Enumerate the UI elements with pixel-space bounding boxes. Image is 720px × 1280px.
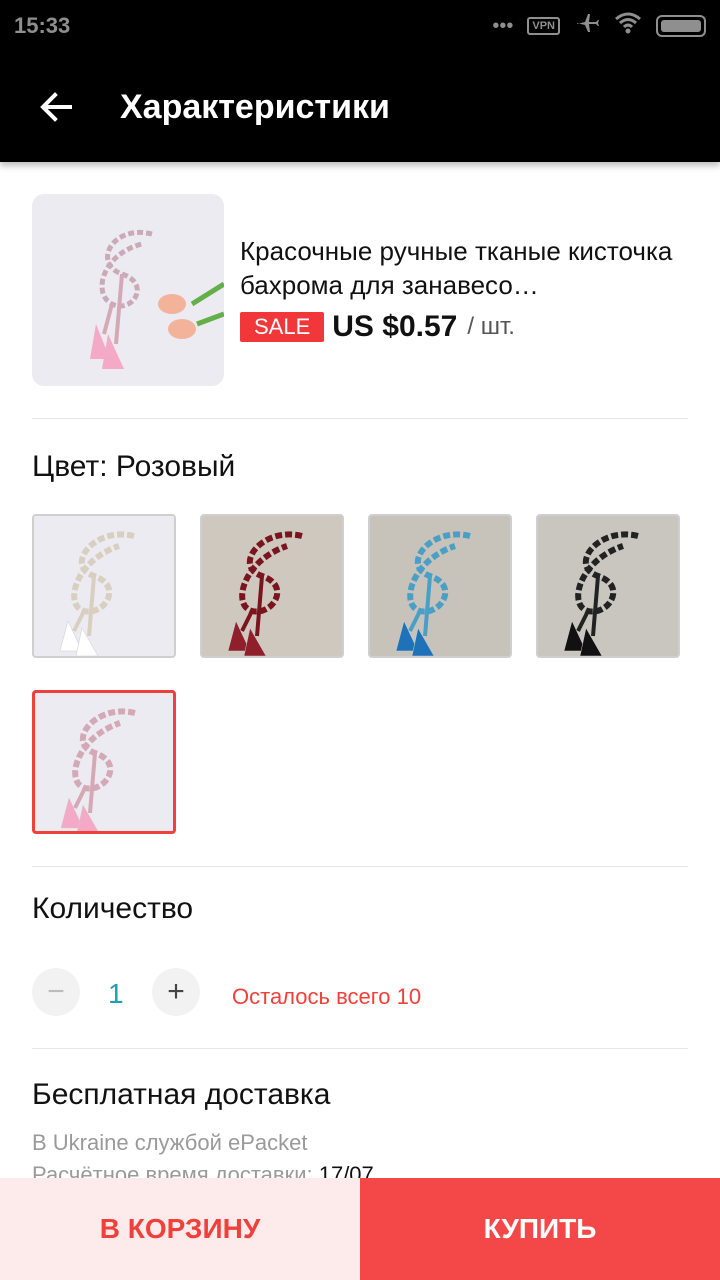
- wifi-icon: [614, 12, 642, 40]
- shipping-title: Бесплатная доставка: [32, 1078, 331, 1111]
- sale-badge: SALE: [240, 312, 325, 342]
- divider: [32, 418, 688, 419]
- status-time: 15:33: [14, 13, 71, 38]
- color-swatch-black[interactable]: [536, 514, 680, 658]
- color-label: Цвет: Розовый: [32, 450, 236, 483]
- color-swatch-blue[interactable]: [368, 514, 512, 658]
- swatch-image: [227, 531, 303, 656]
- product-image: [32, 194, 224, 386]
- swatch-image: [60, 708, 136, 831]
- stock-note: Осталось всего 10: [232, 984, 422, 1009]
- battery-icon: [656, 15, 706, 37]
- divider: [32, 866, 688, 867]
- arrow-left-icon: [40, 92, 72, 122]
- product-summary: Красочные ручные тканые кисточка бахрома…: [32, 194, 688, 386]
- back-button[interactable]: [20, 71, 92, 143]
- price: US $0.57: [332, 310, 458, 343]
- page-title: Характеристики: [120, 87, 390, 126]
- more-dots-icon: •••: [492, 14, 514, 37]
- swatch-image: [395, 531, 471, 656]
- price-row: SALE US $0.57 / шт.: [240, 310, 515, 344]
- swatch-image: [59, 531, 135, 656]
- product-title: Красочные ручные тканые кисточка бахрома…: [240, 236, 673, 300]
- quantity-value[interactable]: 1: [108, 978, 124, 1010]
- color-swatch-white[interactable]: [32, 514, 176, 658]
- shipping-method: В Ukraine службой ePacket: [32, 1130, 308, 1155]
- bottom-action-bar: В КОРЗИНУ КУПИТЬ: [0, 1178, 720, 1280]
- vpn-icon: VPN: [527, 17, 560, 35]
- quantity-decrease-button[interactable]: −: [32, 968, 80, 1016]
- status-icons: ••• VPN: [492, 11, 706, 41]
- quantity-increase-button[interactable]: +: [152, 968, 200, 1016]
- swatch-image: [563, 531, 639, 656]
- add-to-cart-button[interactable]: В КОРЗИНУ: [0, 1178, 360, 1280]
- quantity-label: Количество: [32, 892, 194, 925]
- buy-now-button[interactable]: КУПИТЬ: [360, 1178, 720, 1280]
- app-bar: Характеристики: [0, 52, 720, 162]
- status-bar: 15:33 ••• VPN: [0, 0, 720, 52]
- airplane-icon: [574, 11, 600, 41]
- divider: [32, 1048, 688, 1049]
- color-swatch-wine[interactable]: [200, 514, 344, 658]
- color-swatch-pink[interactable]: [32, 690, 176, 834]
- price-unit: / шт.: [467, 313, 515, 340]
